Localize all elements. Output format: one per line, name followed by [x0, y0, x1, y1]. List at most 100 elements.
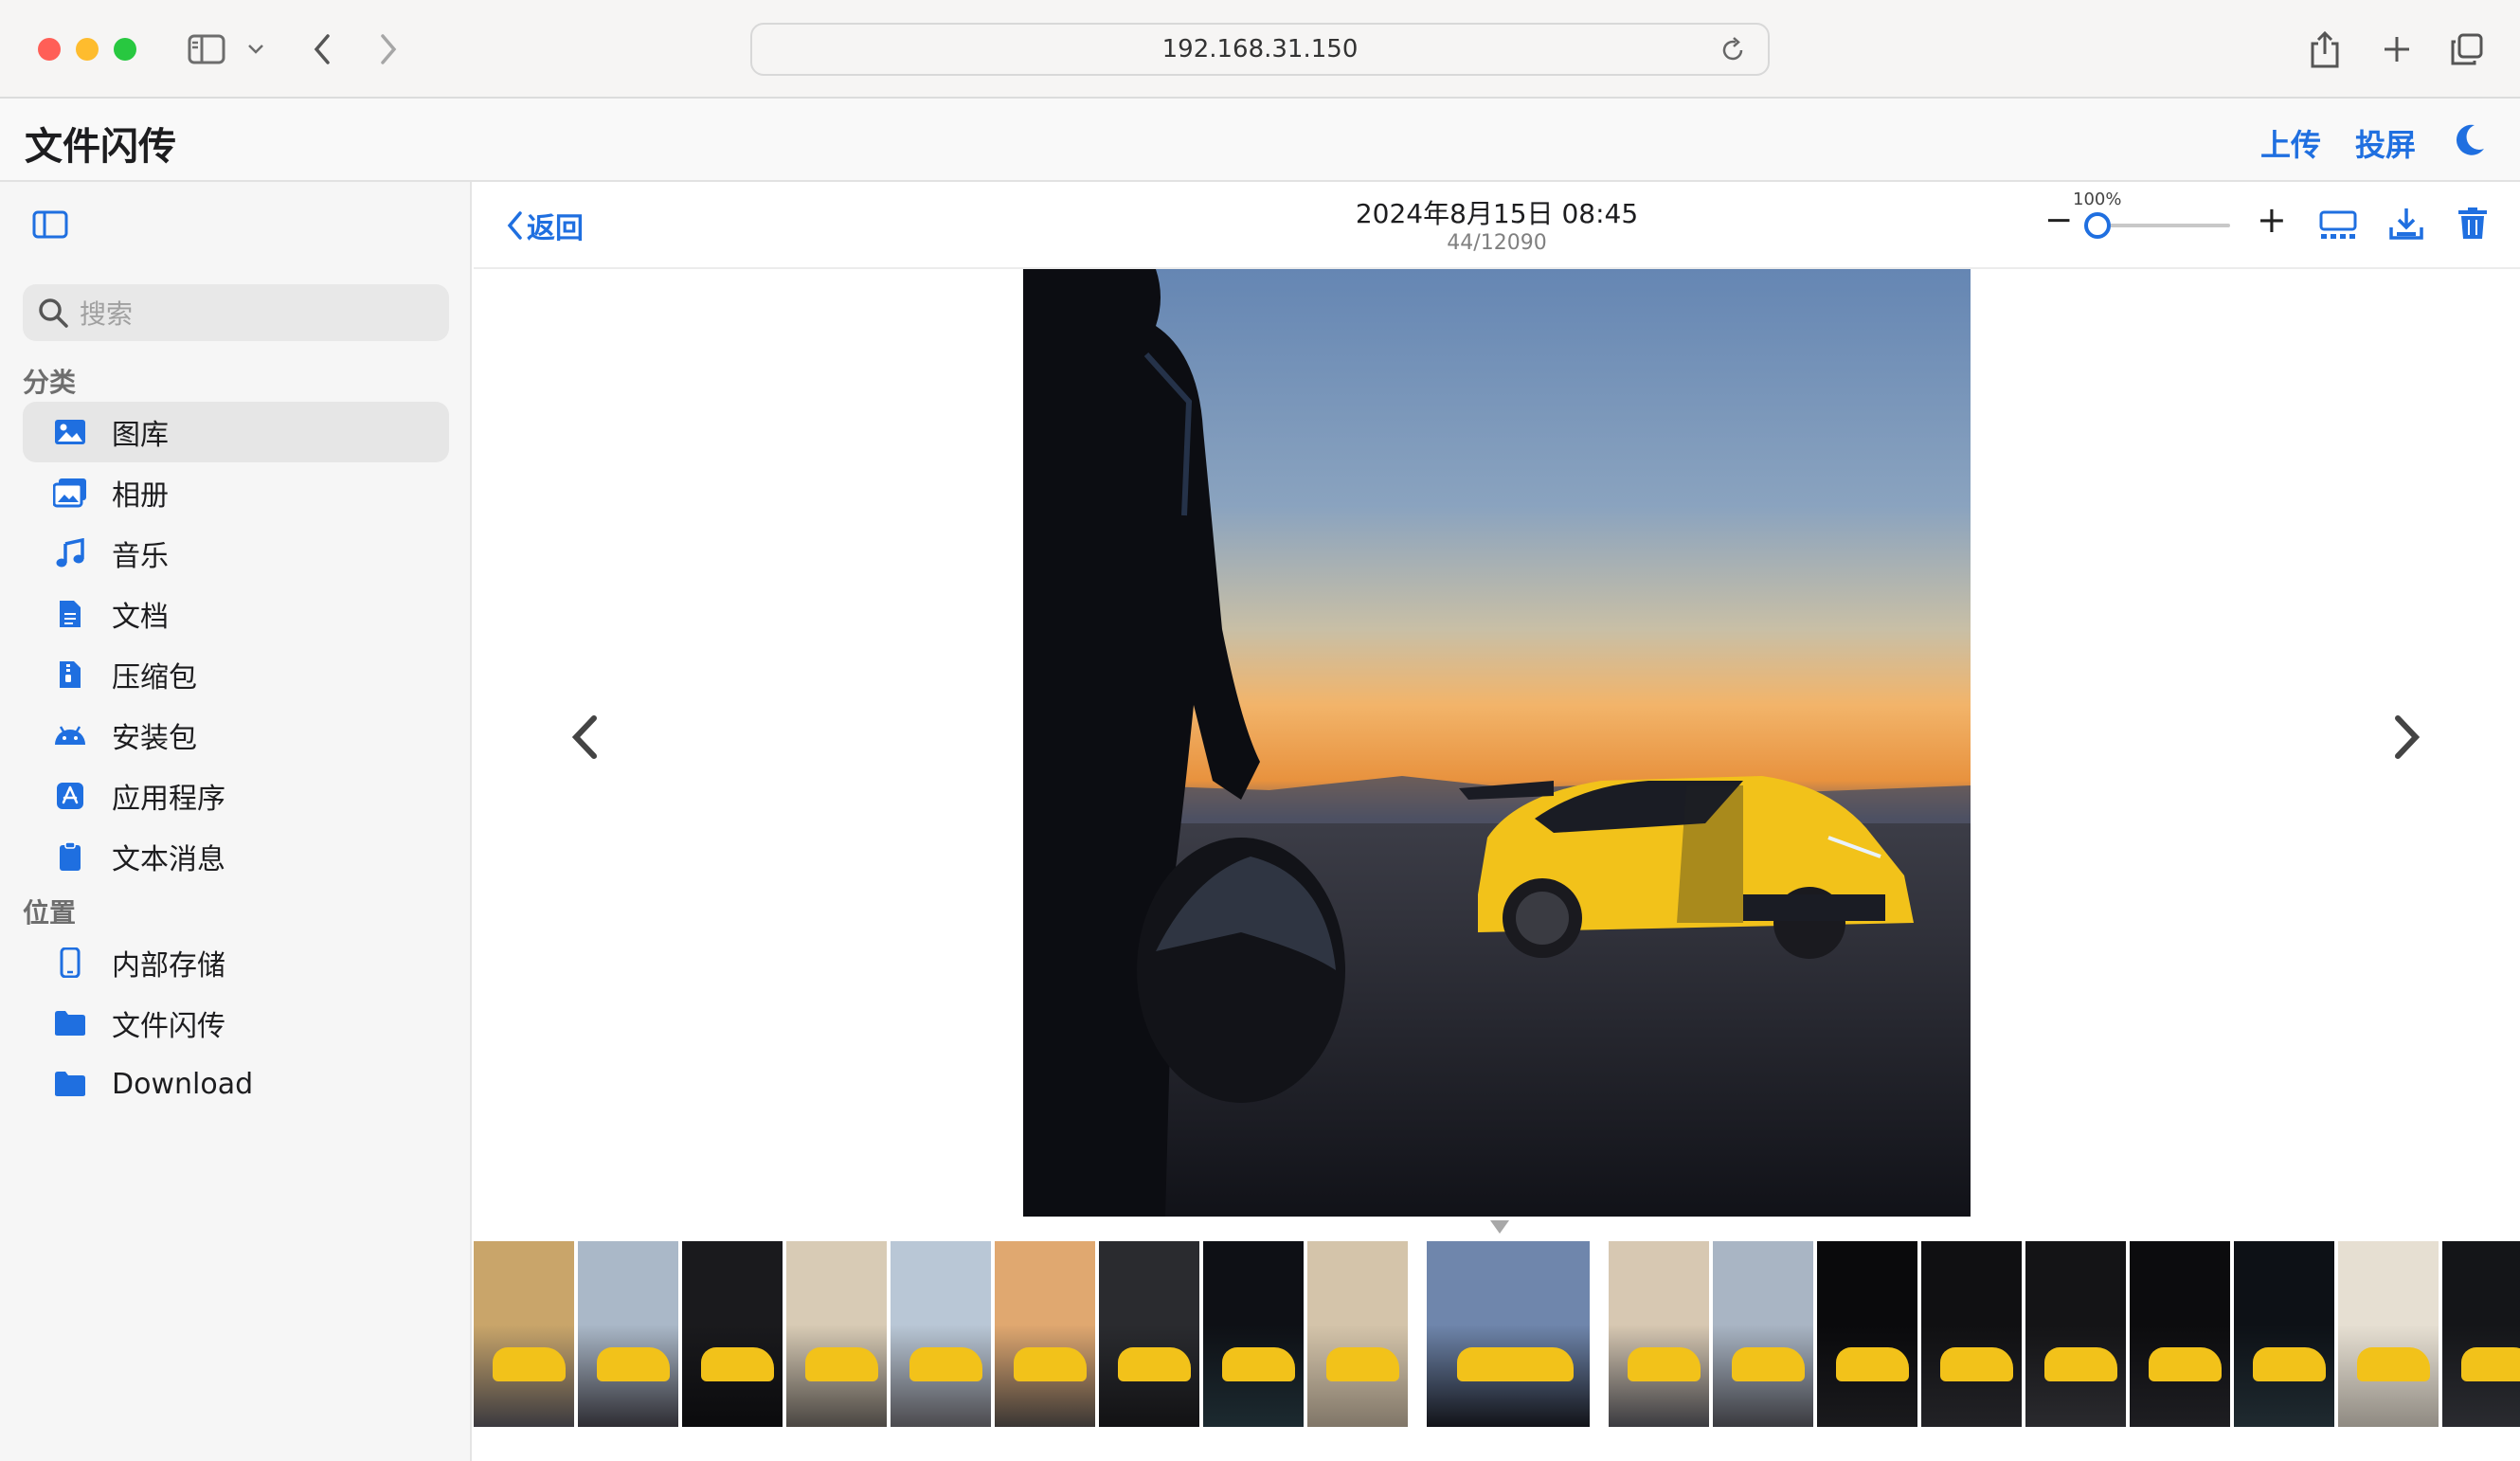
dark-mode-toggle-icon[interactable] [2454, 123, 2486, 161]
zoom-in-icon[interactable]: + [2257, 199, 2287, 241]
android-icon [49, 714, 91, 756]
document-icon [49, 593, 91, 635]
thumbnail-item[interactable] [2025, 1241, 2130, 1427]
browser-toolbar: 192.168.31.150 [0, 0, 2520, 99]
sidebar-item-apps[interactable]: 应用程序 [23, 766, 449, 826]
close-window-button[interactable] [38, 38, 61, 61]
sidebar-item-label: 图库 [112, 419, 169, 452]
thumbnail-car [1325, 1347, 1399, 1381]
filmstrip-icon[interactable] [2319, 210, 2357, 244]
photo-counter: 44/12090 [1447, 231, 1547, 255]
zoom-slider-thumb[interactable] [2084, 212, 2111, 239]
zoom-out-icon[interactable]: − [2044, 201, 2073, 240]
thumbnail-strip[interactable] [474, 1241, 2520, 1427]
address-bar[interactable]: 192.168.31.150 [750, 23, 1770, 76]
sidebar-item-label: 内部存储 [112, 949, 225, 983]
back-icon[interactable] [305, 27, 339, 72]
previous-photo-icon[interactable] [570, 714, 599, 764]
sidebar-toggle-icon[interactable] [186, 27, 227, 72]
upload-button[interactable]: 上传 [2260, 121, 2321, 165]
thumbnail-item[interactable] [2130, 1241, 2234, 1427]
sidebar-item-gallery[interactable]: 图库 [23, 402, 449, 462]
thumbnail-car [909, 1347, 982, 1381]
sidebar-item-internal-storage[interactable]: 内部存储 [23, 932, 449, 993]
zoom-slider[interactable] [2101, 224, 2230, 227]
next-photo-icon[interactable] [2393, 714, 2421, 764]
url-text: 192.168.31.150 [1161, 35, 1359, 63]
thumbnail-item[interactable] [474, 1241, 578, 1427]
thumbnail-item[interactable] [2442, 1241, 2520, 1427]
thumbnail-item[interactable] [682, 1241, 786, 1427]
search-placeholder: 搜索 [80, 298, 134, 330]
section-label-locations: 位置 [23, 897, 77, 929]
thumbnail-car [492, 1347, 566, 1381]
thumbnail-car [2356, 1347, 2430, 1381]
photo-viewer: 返回 2024年8月15日 08:45 44/12090 100% − + [474, 182, 2520, 1461]
new-tab-icon[interactable] [2378, 27, 2416, 72]
sidebar-item-text-messages[interactable]: 文本消息 [23, 826, 449, 887]
thumbnail-item[interactable] [1609, 1241, 1713, 1427]
thumbnail-car [1013, 1347, 1087, 1381]
thumbnail-item[interactable] [995, 1241, 1099, 1427]
app-store-icon [49, 775, 91, 817]
sidebar-item-label: 音乐 [112, 540, 169, 573]
thumbnail-car [700, 1347, 774, 1381]
app-header: 文件闪传 上传 投屏 [0, 99, 2520, 182]
sidebar-item-label: 文本消息 [112, 843, 225, 876]
folder-icon [49, 1063, 91, 1105]
thumbnail-item[interactable] [2234, 1241, 2338, 1427]
thumbnail-item[interactable] [1203, 1241, 1307, 1427]
thumbnail-item[interactable] [786, 1241, 891, 1427]
reload-icon[interactable] [1719, 36, 1747, 71]
clipboard-icon [49, 836, 91, 877]
search-icon [38, 298, 68, 328]
sidebar-item-app-folder[interactable]: 文件闪传 [23, 993, 449, 1054]
thumbnail-car [1939, 1347, 2013, 1381]
thumbnail-item[interactable] [891, 1241, 995, 1427]
minimize-window-button[interactable] [76, 38, 99, 61]
sidebar-item-download[interactable]: Download [23, 1054, 449, 1114]
main-photo[interactable] [1023, 269, 1971, 1217]
thumbnail-item[interactable] [1817, 1241, 1921, 1427]
thumbnail-car [1835, 1347, 1909, 1381]
thumbnail-car [2043, 1347, 2117, 1381]
current-thumbnail-marker [1490, 1220, 1509, 1234]
section-label-categories: 分类 [23, 367, 77, 398]
thumbnail-item[interactable] [1713, 1241, 1817, 1427]
image-icon [49, 411, 91, 453]
archive-icon [49, 654, 91, 695]
thumbnail-car [1221, 1347, 1295, 1381]
zoom-window-button[interactable] [114, 38, 136, 61]
phone-icon [49, 942, 91, 983]
sidebar-item-label: 相册 [112, 479, 169, 513]
thumbnail-item[interactable] [1307, 1241, 1412, 1427]
forward-icon[interactable] [371, 27, 405, 72]
cast-button[interactable]: 投屏 [2355, 121, 2416, 165]
music-icon [49, 532, 91, 574]
folder-icon [49, 1002, 91, 1044]
share-icon[interactable] [2306, 27, 2344, 72]
sidebar-item-label: 文件闪传 [112, 1010, 225, 1043]
sidebar-item-label: 文档 [112, 601, 169, 634]
sidebar-item-albums[interactable]: 相册 [23, 462, 449, 523]
chevron-down-icon[interactable] [243, 27, 269, 72]
sidebar-item-documents[interactable]: 文档 [23, 584, 449, 644]
thumbnail-car [1456, 1347, 1574, 1381]
thumbnail-item[interactable] [1427, 1241, 1593, 1427]
download-icon[interactable] [2389, 207, 2423, 244]
sidebar: 搜索 分类 图库 相册 音乐 文档 压缩包 安装包 应用程序 文本消息 位置 内… [0, 182, 472, 1461]
search-input[interactable]: 搜索 [23, 284, 449, 341]
sidebar-item-label: 安装包 [112, 722, 197, 755]
thumbnail-item[interactable] [1921, 1241, 2025, 1427]
thumbnail-item[interactable] [578, 1241, 682, 1427]
thumbnail-car [2252, 1347, 2326, 1381]
sidebar-item-archives[interactable]: 压缩包 [23, 644, 449, 705]
thumbnail-item[interactable] [1099, 1241, 1203, 1427]
sidebar-item-apks[interactable]: 安装包 [23, 705, 449, 766]
tab-overview-icon[interactable] [2448, 27, 2486, 72]
trash-icon[interactable] [2457, 207, 2488, 244]
thumbnail-car [1117, 1347, 1191, 1381]
collapse-sidebar-icon[interactable] [32, 210, 68, 243]
sidebar-item-music[interactable]: 音乐 [23, 523, 449, 584]
thumbnail-item[interactable] [2338, 1241, 2442, 1427]
